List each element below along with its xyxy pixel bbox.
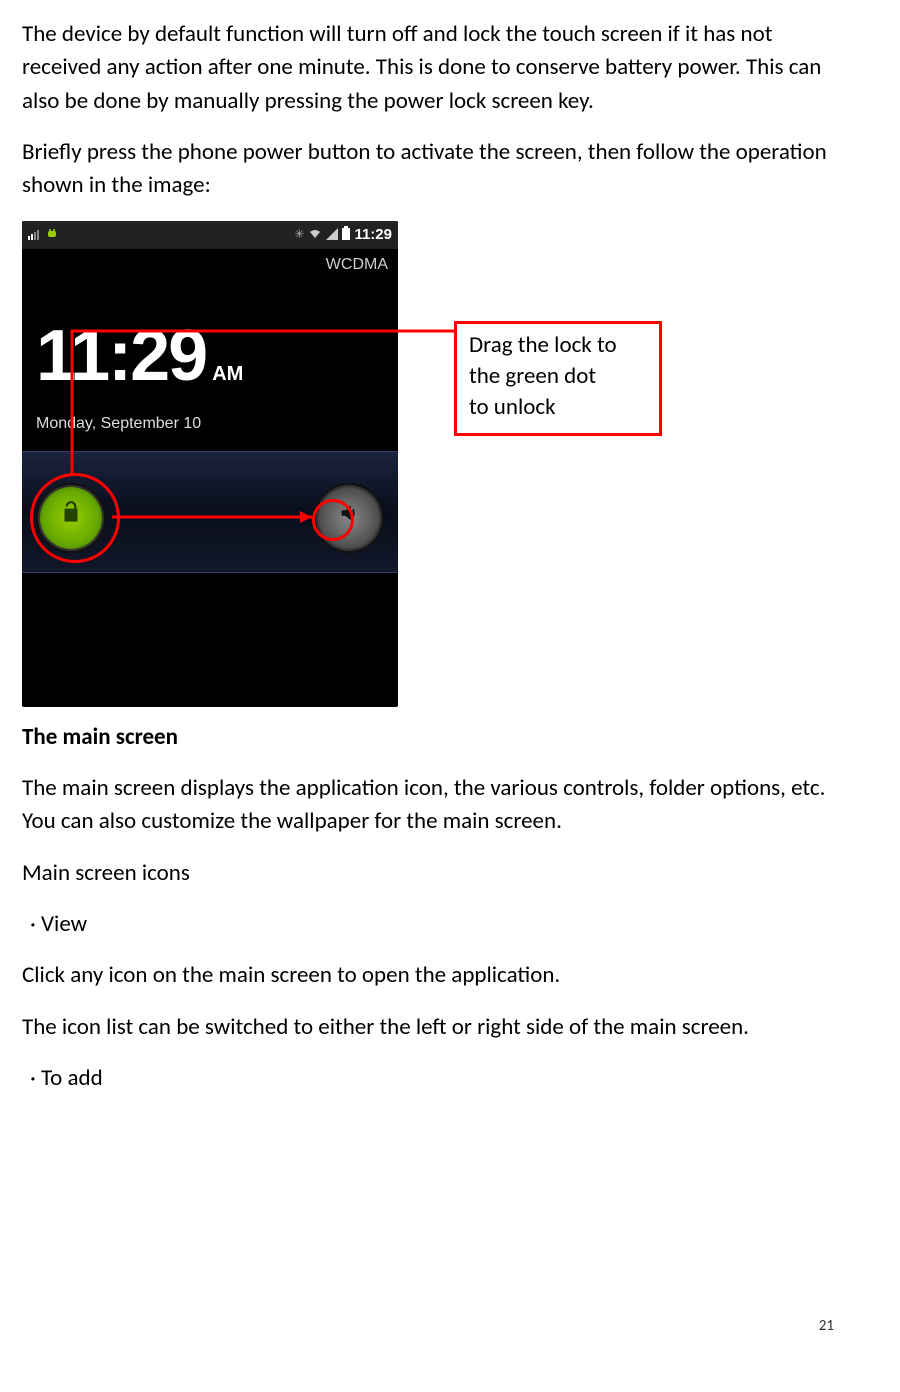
lockscreen-time: 11:29 AM [22, 276, 398, 408]
network-label: WCDMA [22, 249, 398, 276]
time-numbers: 11:29 [36, 304, 206, 408]
callout-line1: Drag the lock to [469, 330, 647, 361]
callout-line2: the green dot [469, 361, 647, 392]
wifi-icon [308, 225, 322, 245]
paragraph-mainscreen-desc: The main screen displays the application… [22, 772, 834, 839]
unlock-handle[interactable] [40, 487, 102, 549]
paragraph-intro-2: Briefly press the phone power button to … [22, 136, 834, 203]
cell-signal-icon [326, 225, 338, 245]
heading-main-screen: The main screen [22, 721, 834, 754]
paragraph-icons-heading: Main screen icons [22, 857, 834, 890]
paragraph-switch-sides: The icon list can be switched to either … [22, 1011, 834, 1044]
lockscreen-date: Monday, September 10 [22, 408, 398, 435]
time-ampm: AM [212, 360, 243, 389]
signal-icon [28, 225, 42, 245]
paragraph-click-icon: Click any icon on the main screen to ope… [22, 959, 834, 992]
status-time: 11:29 [354, 224, 392, 246]
callout-line3: to unlock [469, 392, 647, 423]
page-number: 21 [819, 1316, 834, 1338]
battery-icon [342, 225, 350, 245]
unlock-slider-row [22, 483, 398, 553]
android-icon [46, 225, 58, 245]
status-bar: ✳ 11:29 [22, 221, 398, 249]
bullet-view: · View [22, 908, 834, 941]
phone-screenshot: ✳ 11:29 WCDMA 11:29 AM Monday, September… [22, 221, 398, 707]
speaker-icon [338, 501, 360, 534]
callout-box: Drag the lock to the green dot to unlock [454, 321, 662, 436]
bluetooth-icon: ✳ [294, 226, 304, 243]
paragraph-intro-1: The device by default function will turn… [22, 18, 834, 118]
sound-toggle-handle[interactable] [318, 487, 380, 549]
phone-figure: ✳ 11:29 WCDMA 11:29 AM Monday, September… [22, 221, 682, 711]
lock-open-icon [58, 500, 84, 536]
bullet-to-add: · To add [22, 1062, 834, 1095]
